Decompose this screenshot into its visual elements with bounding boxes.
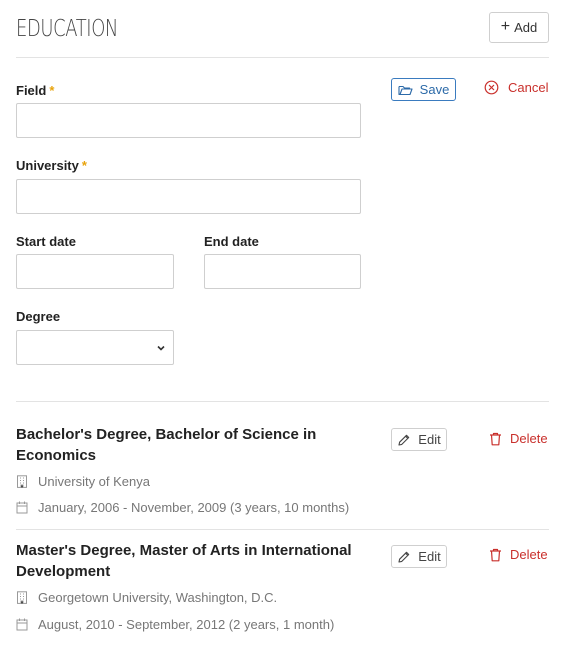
delete-button[interactable]: Delete bbox=[489, 431, 548, 446]
delete-button[interactable]: Delete bbox=[489, 547, 548, 562]
entry-title: Master's Degree, Master of Arts in Inter… bbox=[16, 542, 352, 580]
start-date-label: Start date bbox=[16, 234, 76, 249]
plus-icon: + bbox=[500, 17, 511, 35]
folder-open-icon bbox=[398, 85, 413, 95]
field-input[interactable] bbox=[16, 103, 361, 138]
entry-university: Georgetown University, Washington, D.C. bbox=[16, 590, 277, 605]
calendar-icon bbox=[16, 501, 28, 514]
pencil-icon bbox=[398, 551, 410, 563]
entry-dates: January, 2006 - November, 2009 (3 years,… bbox=[16, 500, 349, 515]
calendar-icon bbox=[16, 618, 28, 631]
degree-select[interactable] bbox=[16, 330, 174, 365]
entry-university-text: Georgetown University, Washington, D.C. bbox=[38, 590, 278, 605]
delete-button-label: Delete bbox=[510, 431, 548, 446]
degree-label: Degree bbox=[16, 309, 61, 324]
cancel-button-label: Cancel bbox=[508, 80, 549, 95]
entry-dates: August, 2010 - September, 2012 (2 years,… bbox=[16, 617, 334, 632]
entry-title: Bachelor's Degree, Bachelor of Science i… bbox=[16, 426, 317, 464]
section-header: EDUCATION + Add bbox=[16, 12, 549, 58]
add-button[interactable]: + Add bbox=[489, 12, 549, 43]
save-button[interactable]: Save bbox=[391, 78, 456, 101]
edit-button[interactable]: Edit bbox=[391, 428, 447, 451]
edit-button[interactable]: Edit bbox=[391, 545, 447, 568]
entry-dates-text: August, 2010 - September, 2012 (2 years,… bbox=[38, 617, 335, 632]
university-label-text: University bbox=[16, 158, 79, 173]
field-label: Field * bbox=[16, 83, 54, 98]
entry-university: University of Kenya bbox=[16, 474, 150, 489]
section-title: EDUCATION bbox=[16, 16, 118, 42]
chevron-down-icon bbox=[157, 345, 165, 351]
end-date-label: End date bbox=[204, 234, 259, 249]
start-date-input[interactable] bbox=[16, 254, 174, 289]
cancel-button[interactable]: Cancel bbox=[484, 80, 548, 95]
delete-button-label: Delete bbox=[510, 547, 548, 562]
edit-button-label: Edit bbox=[418, 432, 441, 447]
trash-icon bbox=[490, 548, 501, 561]
divider bbox=[16, 401, 549, 402]
university-label: University * bbox=[16, 158, 87, 173]
divider bbox=[16, 529, 549, 530]
circle-x-icon bbox=[484, 80, 499, 95]
required-marker: * bbox=[81, 158, 87, 173]
entry-dates-text: January, 2006 - November, 2009 (3 years,… bbox=[38, 500, 350, 515]
save-button-label: Save bbox=[419, 82, 450, 97]
add-button-label: Add bbox=[514, 20, 538, 35]
end-date-input[interactable] bbox=[204, 254, 361, 289]
entry-university-text: University of Kenya bbox=[38, 474, 150, 489]
trash-icon bbox=[490, 432, 501, 445]
building-icon bbox=[17, 475, 27, 488]
required-marker: * bbox=[49, 83, 55, 98]
field-label-text: Field bbox=[16, 83, 47, 98]
edit-button-label: Edit bbox=[418, 549, 441, 564]
university-input[interactable] bbox=[16, 179, 361, 214]
pencil-icon bbox=[398, 434, 410, 446]
building-icon bbox=[17, 591, 27, 604]
